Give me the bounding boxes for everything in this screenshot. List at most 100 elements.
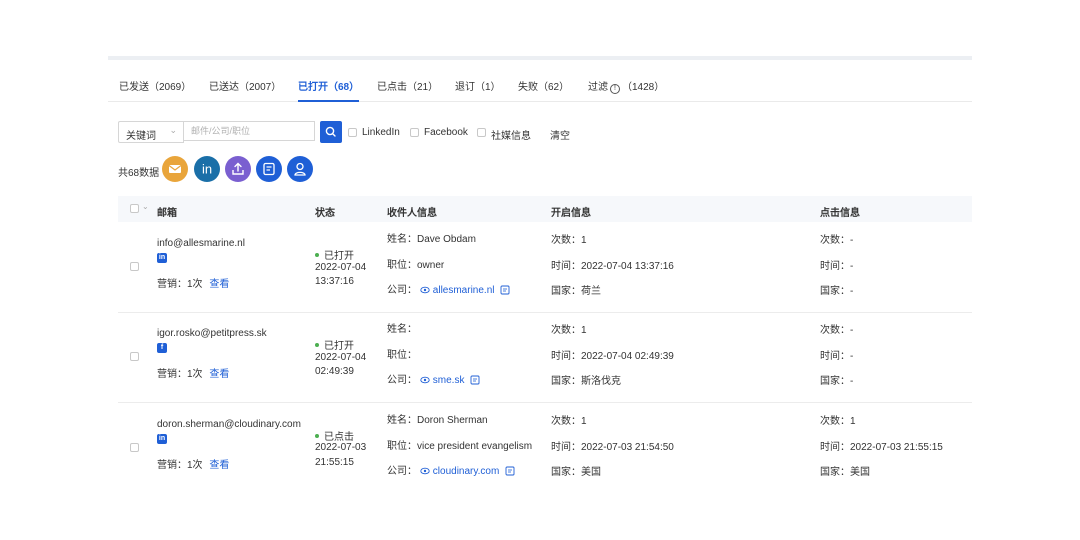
- view-link[interactable]: 查看: [209, 460, 229, 471]
- view-link[interactable]: 查看: [209, 369, 229, 380]
- marketing-count: 营销：1次 查看: [157, 365, 229, 380]
- linkedin-checkbox[interactable]: [348, 128, 357, 137]
- status-badge: 已打开: [315, 247, 354, 262]
- linkedin-icon[interactable]: in: [157, 253, 167, 263]
- facebook-icon[interactable]: f: [157, 343, 167, 353]
- click-count: 次数：-: [820, 325, 854, 336]
- marketing-count: 营销：1次 查看: [157, 456, 229, 471]
- row-checkbox[interactable]: [130, 443, 139, 452]
- marketing-count-text: 营销：1次: [157, 369, 203, 380]
- facebook-checkbox[interactable]: [410, 128, 419, 137]
- company-label: 公司：: [387, 466, 417, 477]
- email-address: info@allesmarine.nl: [157, 238, 245, 249]
- open-time: 时间：2022-07-04 13:37:16: [551, 261, 674, 272]
- info-icon[interactable]: !: [610, 84, 620, 94]
- eye-icon: [420, 467, 430, 475]
- company-label: 公司：: [387, 285, 417, 296]
- company-link[interactable]: allesmarine.nl: [433, 285, 495, 296]
- open-time: 时间：2022-07-04 02:49:39: [551, 351, 674, 362]
- row-checkbox[interactable]: [130, 352, 139, 361]
- status-dot-icon: [315, 434, 319, 438]
- linkedin-label: LinkedIn: [362, 127, 400, 138]
- marketing-count-text: 营销：1次: [157, 460, 203, 471]
- open-time: 时间：2022-07-03 21:54:50: [551, 442, 674, 453]
- status-time: 02:49:39: [315, 366, 354, 377]
- send-email-button[interactable]: [162, 156, 188, 182]
- click-count: 次数：-: [820, 235, 854, 246]
- recipient-company: 公司： sme.sk: [387, 371, 480, 386]
- open-count: 次数：1: [551, 416, 587, 427]
- recipient-company: 公司： allesmarine.nl: [387, 281, 510, 296]
- chevron-down-icon: ⌄: [169, 125, 177, 135]
- company-link[interactable]: cloudinary.com: [433, 466, 500, 477]
- tab-sent[interactable]: 已发送（2069）: [119, 82, 191, 100]
- recipient-position: 职位：: [387, 350, 417, 361]
- result-count: 共68数据: [118, 168, 160, 179]
- column-header-email: 邮箱: [157, 208, 177, 219]
- linkedin-icon[interactable]: in: [157, 434, 167, 444]
- tab-opened[interactable]: 已打开（68）: [298, 82, 360, 102]
- status-text: 已打开: [324, 341, 354, 352]
- status-dot-icon: [315, 253, 319, 257]
- contact-button[interactable]: [287, 156, 313, 182]
- top-divider-bar: [108, 56, 972, 60]
- recipient-name: 姓名：Dave Obdam: [387, 234, 476, 245]
- click-time: 时间：-: [820, 261, 854, 272]
- export-button[interactable]: [225, 156, 251, 182]
- linkedin-icon: in: [202, 162, 212, 177]
- status-date: 2022-07-04: [315, 262, 367, 273]
- click-country: 国家：美国: [820, 467, 870, 478]
- select-all-checkbox[interactable]: [130, 204, 139, 213]
- search-input[interactable]: [184, 121, 315, 141]
- column-header-recipient: 收件人信息: [387, 208, 437, 219]
- social-info-checkbox[interactable]: [477, 128, 486, 137]
- column-header-open: 开启信息: [551, 208, 591, 219]
- company-link[interactable]: sme.sk: [433, 375, 465, 386]
- company-label: 公司：: [387, 375, 417, 386]
- view-link[interactable]: 查看: [209, 279, 229, 290]
- mail-icon: [168, 165, 182, 173]
- document-icon[interactable]: [505, 466, 515, 476]
- tab-unsubscribed[interactable]: 退订（1）: [455, 82, 501, 100]
- marketing-count: 营销：1次 查看: [157, 275, 229, 290]
- status-badge: 已打开: [315, 337, 354, 352]
- linkedin-button[interactable]: in: [194, 156, 220, 182]
- table-header: ⌄ 邮箱 状态 收件人信息 开启信息 点击信息: [118, 196, 972, 222]
- open-country: 国家：荷兰: [551, 286, 601, 297]
- recipient-company: 公司： cloudinary.com: [387, 462, 515, 477]
- keyword-select[interactable]: 关键词 ⌄: [118, 121, 184, 143]
- document-icon: [263, 162, 275, 176]
- tab-clicked[interactable]: 已点击（21）: [377, 82, 438, 100]
- table-row[interactable]: igor.rosko@petitpress.sk f 营销：1次 查看 已打开 …: [118, 312, 972, 403]
- column-header-status: 状态: [315, 208, 335, 219]
- open-country: 国家：斯洛伐克: [551, 376, 621, 387]
- document-icon[interactable]: [470, 375, 480, 385]
- status-badge: 已点击: [315, 428, 354, 443]
- search-button[interactable]: [320, 121, 342, 143]
- chevron-down-icon[interactable]: ⌄: [142, 202, 149, 211]
- status-tabs: 已发送（2069） 已送达（2007） 已打开（68） 已点击（21） 退订（1…: [108, 78, 972, 102]
- table-row[interactable]: info@allesmarine.nl in 营销：1次 查看 已打开 2022…: [118, 222, 972, 313]
- status-time: 13:37:16: [315, 276, 354, 287]
- status-text: 已打开: [324, 251, 354, 262]
- click-country: 国家：-: [820, 286, 854, 297]
- row-checkbox[interactable]: [130, 262, 139, 271]
- open-count: 次数：1: [551, 325, 587, 336]
- tab-filtered[interactable]: 过滤! （1428）: [588, 82, 664, 100]
- tab-failed[interactable]: 失败（62）: [518, 82, 569, 100]
- click-count: 次数：1: [820, 416, 856, 427]
- click-time: 时间：2022-07-03 21:55:15: [820, 442, 943, 453]
- column-header-click: 点击信息: [820, 208, 860, 219]
- user-icon: [294, 162, 306, 176]
- tab-delivered[interactable]: 已送达（2007）: [209, 82, 281, 100]
- document-button[interactable]: [256, 156, 282, 182]
- open-country: 国家：美国: [551, 467, 601, 478]
- document-icon[interactable]: [500, 285, 510, 295]
- clear-button[interactable]: 清空: [550, 127, 570, 142]
- open-count: 次数：1: [551, 235, 587, 246]
- recipient-name: 姓名：Doron Sherman: [387, 415, 488, 426]
- marketing-count-text: 营销：1次: [157, 279, 203, 290]
- status-time: 21:55:15: [315, 457, 354, 468]
- table-row[interactable]: doron.sherman@cloudinary.com in 营销：1次 查看…: [118, 403, 972, 493]
- click-country: 国家：-: [820, 376, 854, 387]
